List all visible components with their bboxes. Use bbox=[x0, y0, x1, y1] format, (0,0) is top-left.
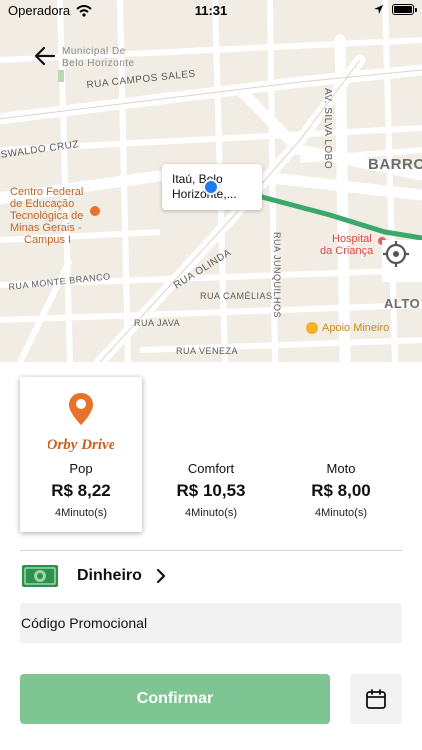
schedule-button[interactable] bbox=[350, 674, 402, 724]
promo-label: Código Promocional bbox=[21, 615, 148, 631]
calendar-icon bbox=[366, 689, 386, 709]
ride-name: Pop bbox=[69, 461, 93, 476]
ride-option-pop[interactable]: Orby Drive Pop R$ 8,22 4Minuto(s) bbox=[20, 377, 142, 532]
map-label: RUA CAMÉLIAS bbox=[200, 291, 273, 301]
map-label: Hospital bbox=[332, 233, 372, 245]
confirm-label: Confirmar bbox=[136, 690, 214, 707]
back-button[interactable] bbox=[34, 46, 62, 74]
cash-icon bbox=[22, 565, 58, 587]
logo-text: Orby Drive bbox=[48, 437, 114, 453]
chevron-right-icon bbox=[156, 568, 166, 584]
ride-price: R$ 10,53 bbox=[176, 481, 246, 500]
map-label: Campus I bbox=[24, 234, 72, 246]
payment-label: Dinheiro bbox=[77, 567, 142, 584]
ride-eta: 4Minuto(s) bbox=[315, 507, 367, 519]
ride-option-moto[interactable]: Moto R$ 8,00 4Minuto(s) bbox=[280, 377, 402, 532]
map-label: BARROC bbox=[368, 156, 422, 173]
location-arrow-icon bbox=[374, 5, 383, 14]
poi-food-icon bbox=[306, 322, 318, 334]
ride-name: Moto bbox=[326, 461, 356, 476]
map-label: Centro Federal bbox=[10, 186, 84, 198]
arrow-left-icon bbox=[34, 46, 56, 66]
map-label: Belo Horizonte bbox=[62, 58, 135, 69]
confirm-button[interactable]: Confirmar bbox=[20, 674, 330, 724]
map-label: Minas Gerais - bbox=[10, 222, 82, 234]
orby-drive-logo-icon: Orby Drive bbox=[48, 393, 114, 453]
map-label: Municipal De bbox=[62, 46, 126, 57]
map-label: RUA JUNQUILHOS bbox=[272, 232, 282, 319]
map-label: ALTO bbox=[384, 296, 421, 311]
map-label: AV. SILVA LOBO bbox=[322, 88, 333, 170]
status-time: 11:31 bbox=[194, 3, 228, 18]
ride-name: Comfort bbox=[187, 461, 235, 476]
current-location-pin bbox=[203, 179, 219, 195]
battery-icon bbox=[392, 4, 417, 15]
payment-method-selector[interactable]: Dinheiro bbox=[20, 558, 402, 594]
map-label: RUA JAVA bbox=[134, 318, 181, 328]
map-view[interactable]: Municipal De Belo Horizonte RUA CAMPOS S… bbox=[0, 0, 422, 362]
map-label: de Educação bbox=[10, 198, 75, 210]
promo-code-field[interactable]: Código Promocional bbox=[20, 603, 402, 643]
map-label: da Criança bbox=[320, 245, 374, 257]
crosshair-icon bbox=[383, 241, 409, 267]
divider bbox=[20, 550, 402, 551]
ride-options: Orby Drive Pop R$ 8,22 4Minuto(s) Comfor… bbox=[20, 377, 402, 532]
ride-option-comfort[interactable]: Comfort R$ 10,53 4Minuto(s) bbox=[150, 377, 272, 532]
ride-eta: 4Minuto(s) bbox=[185, 507, 237, 519]
ride-price: R$ 8,22 bbox=[51, 481, 111, 500]
map-label: Tecnológica de bbox=[10, 210, 84, 222]
map-label: RUA VENEZA bbox=[176, 346, 239, 356]
ride-eta: 4Minuto(s) bbox=[55, 507, 107, 519]
map-label: Apoio Mineiro bbox=[322, 322, 390, 334]
status-bar: Operadora 11:31 bbox=[0, 0, 422, 22]
locate-me-button[interactable] bbox=[382, 240, 422, 282]
poi-school-icon bbox=[90, 206, 100, 216]
ride-price: R$ 8,00 bbox=[311, 481, 371, 500]
